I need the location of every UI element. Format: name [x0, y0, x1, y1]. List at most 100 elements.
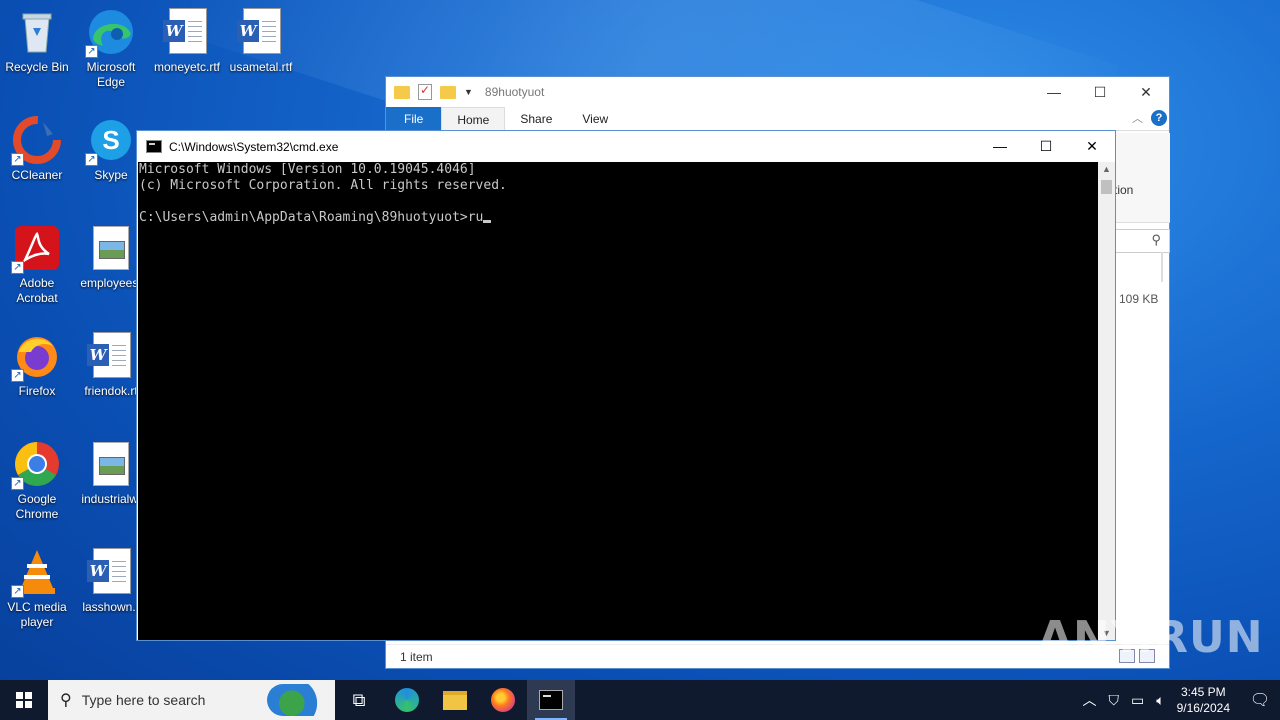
minimize-button[interactable]: — [1031, 77, 1077, 107]
maximize-button[interactable]: ☐ [1023, 131, 1069, 161]
chevron-up-icon[interactable]: ︿ [1082, 690, 1096, 710]
start-button[interactable] [0, 680, 48, 720]
desktop-icon-label: Microsoft Edge [86, 60, 136, 89]
console-output[interactable]: Microsoft Windows [Version 10.0.19045.40… [138, 162, 1099, 640]
task-view-icon: ⧉ [352, 689, 366, 710]
clock[interactable]: 3:45 PM 9/16/2024 [1177, 684, 1230, 716]
tab-view[interactable]: View [567, 107, 623, 130]
taskbar: ⚲ Type here to search ⧉ ︿ ⛉ ▭ 🔈︎ 3:45 PM… [0, 680, 1280, 720]
image-file-icon [87, 224, 135, 272]
tab-share[interactable]: Share [505, 107, 567, 130]
edge-icon: ↗ [85, 8, 135, 58]
explorer-title: 89huotyuot [484, 85, 545, 99]
desktop-icon-label: Recycle Bin [5, 60, 69, 74]
task-view-button[interactable]: ⧉ [335, 680, 383, 720]
volume-icon[interactable]: 🔈︎ [1156, 692, 1164, 709]
desktop-icon-label: moneyetc.rtf [153, 60, 221, 74]
clock-time: 3:45 PM [1180, 685, 1226, 699]
console-prompt-line: C:\Users\admin\AppData\Roaming\89huotyuo… [139, 210, 1099, 226]
system-tray: ︿ ⛉ ▭ 🔈︎ 3:45 PM 9/16/2024 🗨︎ [1076, 680, 1280, 720]
close-button[interactable]: ✕ [1123, 77, 1169, 107]
ribbon-partial-label: tion [1114, 183, 1134, 197]
firefox-icon [491, 688, 515, 712]
tab-file[interactable]: File [386, 107, 442, 130]
skype-icon: S ↗ [85, 116, 135, 166]
desktop-icon-label: Google Chrome [15, 492, 59, 521]
image-file-icon [87, 440, 135, 488]
shortcut-arrow-icon: ↗ [11, 369, 24, 382]
close-button[interactable]: ✕ [1069, 131, 1115, 161]
cmd-title: C:\Windows\System32\cmd.exe [169, 139, 339, 154]
explorer-ribbon-tabs: File Home Share View [386, 107, 1169, 131]
word-document-icon: W [237, 8, 285, 56]
taskbar-edge[interactable] [383, 680, 431, 720]
console-line: Microsoft Windows [Version 10.0.19045.40… [139, 162, 476, 177]
svg-text:S: S [102, 125, 119, 155]
cmd-icon [539, 690, 563, 710]
shortcut-arrow-icon: ↗ [11, 477, 24, 490]
explorer-window-controls: — ☐ ✕ [1031, 77, 1169, 107]
new-folder-icon[interactable] [440, 85, 456, 99]
firefox-icon: ↗ [11, 332, 61, 382]
shortcut-arrow-icon: ↗ [85, 153, 98, 166]
chevron-down-icon[interactable]: ▼ [464, 87, 473, 97]
search-icon: ⚲ [1151, 232, 1161, 247]
explorer-scrollbar[interactable] [1161, 252, 1163, 282]
word-document-icon: W [87, 332, 135, 380]
scroll-up-icon[interactable]: ▲ [1098, 164, 1115, 174]
explorer-search-box[interactable]: ⚲ [1114, 229, 1170, 253]
ccleaner-icon: ↗ [11, 116, 61, 166]
cmd-title-bar[interactable]: C:\Windows\System32\cmd.exe — ☐ ✕ [137, 131, 1115, 162]
desktop-icon-ccleaner[interactable]: ↗ CCleaner [0, 110, 74, 210]
search-icon: ⚲ [60, 692, 72, 709]
minimize-button[interactable]: — [977, 131, 1023, 161]
explorer-title-bar[interactable]: ▼ 89huotyuot — ☐ ✕ [386, 77, 1169, 107]
explorer-ribbon-panel: tion [1114, 133, 1170, 223]
desktop-icon-label: usametal.rtf [229, 60, 293, 74]
desktop-icon-label: CCleaner [11, 168, 63, 182]
text-cursor [483, 220, 492, 223]
desktop-icon-moneyetc[interactable]: W moneyetc.rtf [150, 2, 224, 102]
ribbon-collapse-icon[interactable]: ︿ [1132, 110, 1143, 126]
file-size: 109 KB [1119, 292, 1159, 306]
desktop-icon-google-chrome[interactable]: ↗ Google Chrome [0, 434, 74, 534]
shortcut-arrow-icon: ↗ [11, 153, 24, 166]
desktop-icon-vlc[interactable]: ↗ VLC media player [0, 542, 74, 642]
desktop-icon-label: Firefox [18, 384, 56, 398]
windows-logo-icon [16, 692, 32, 708]
desktop-icon-microsoft-edge[interactable]: ↗ Microsoft Edge [74, 2, 148, 102]
taskbar-file-explorer[interactable] [431, 680, 479, 720]
scroll-thumb[interactable] [1101, 180, 1112, 194]
shortcut-arrow-icon: ↗ [11, 585, 24, 598]
cmd-scrollbar[interactable]: ▲ ▼ [1098, 162, 1115, 640]
taskbar-search-box[interactable]: ⚲ Type here to search [48, 680, 335, 720]
search-highlight-icon [267, 684, 329, 716]
folder-icon [443, 690, 467, 710]
desktop-icon-adobe-acrobat[interactable]: ↗ Adobe Acrobat [0, 218, 74, 318]
word-document-icon: W [163, 8, 211, 56]
vlc-icon: ↗ [11, 548, 61, 598]
recycle-bin-icon [13, 8, 61, 56]
item-count: 1 item [400, 650, 433, 664]
console-line: (c) Microsoft Corporation. All rights re… [139, 178, 507, 193]
shortcut-arrow-icon: ↗ [11, 261, 24, 274]
properties-icon[interactable] [418, 83, 432, 100]
cmd-window-controls: — ☐ ✕ [977, 131, 1115, 161]
acrobat-icon: ↗ [11, 224, 61, 274]
maximize-button[interactable]: ☐ [1077, 77, 1123, 107]
tab-home[interactable]: Home [441, 107, 506, 130]
help-icon[interactable]: ? [1151, 110, 1167, 126]
desktop-icon-firefox[interactable]: ↗ Firefox [0, 326, 74, 426]
notification-icon[interactable]: 🗨︎ [1240, 690, 1280, 710]
taskbar-firefox[interactable] [479, 680, 527, 720]
desktop-icon-label: VLC media player [7, 600, 67, 629]
cmd-window[interactable]: C:\Windows\System32\cmd.exe — ☐ ✕ Micros… [136, 130, 1116, 641]
taskbar-cmd[interactable] [527, 680, 575, 720]
network-icon[interactable]: ▭ [1131, 692, 1144, 709]
word-document-icon: W [87, 548, 135, 596]
security-icon[interactable]: ⛉ [1108, 692, 1119, 709]
desktop-icon-recycle-bin[interactable]: Recycle Bin [0, 2, 74, 102]
desktop-icon-label: Adobe Acrobat [16, 276, 58, 305]
desktop-icon-usametal[interactable]: W usametal.rtf [224, 2, 298, 102]
